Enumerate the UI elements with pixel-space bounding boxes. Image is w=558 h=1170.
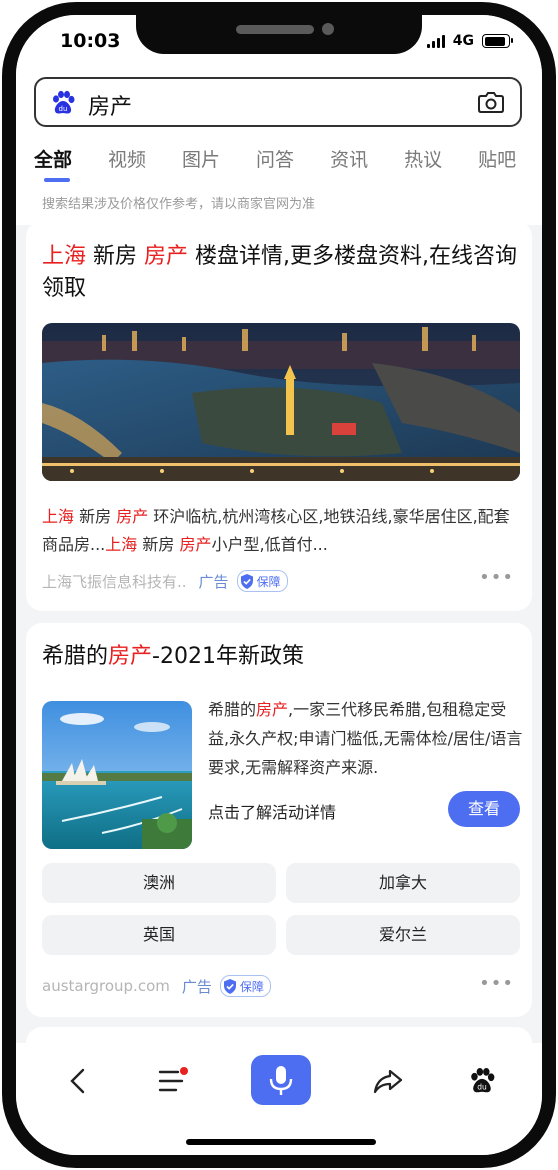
- bottom-toolbar: du: [16, 1043, 542, 1155]
- guarantee-badge[interactable]: 保障: [236, 570, 288, 592]
- guarantee-badge[interactable]: 保障: [219, 975, 271, 997]
- phone-frame: 10:03 4G du 房产 全部 视频 图片 问答 资讯 热议 贴吧 搜索结果…: [0, 0, 558, 1170]
- result-card-greece[interactable]: 希腊的房产-2021年新政策 希腊的房产,一家三代移民希腊,包租稳定受益,永久产…: [26, 623, 532, 1017]
- chip-uk[interactable]: 英国: [42, 915, 276, 955]
- back-icon[interactable]: [68, 1067, 88, 1095]
- chip-australia[interactable]: 澳洲: [42, 863, 276, 903]
- phone-notch: [136, 15, 422, 54]
- menu-icon[interactable]: [158, 1067, 190, 1095]
- tab-tieba[interactable]: 贴吧: [478, 145, 516, 172]
- chip-canada[interactable]: 加拿大: [286, 863, 520, 903]
- svg-text:du: du: [477, 1083, 487, 1092]
- search-bar[interactable]: du 房产: [34, 77, 522, 127]
- tab-video[interactable]: 视频: [108, 145, 146, 172]
- result-title[interactable]: 上海 新房 房产 楼盘详情,更多楼盘资料,在线咨询领取: [42, 241, 520, 305]
- home-indicator: [186, 1139, 376, 1145]
- share-icon[interactable]: [372, 1067, 404, 1095]
- tab-active-underline: [44, 178, 70, 182]
- ad-label: 广告: [181, 977, 212, 996]
- svg-text:du: du: [59, 105, 68, 113]
- status-indicators: 4G: [426, 33, 513, 49]
- price-disclaimer: 搜索结果涉及价格仅作参考，请以商家官网为准: [42, 197, 316, 212]
- tab-images[interactable]: 图片: [182, 145, 220, 172]
- view-button[interactable]: 查看: [448, 791, 520, 827]
- network-type: 4G: [452, 33, 474, 49]
- tab-news[interactable]: 资讯: [330, 145, 368, 172]
- sydney-opera-house-image[interactable]: [42, 701, 192, 849]
- more-options-icon[interactable]: •••: [479, 973, 514, 994]
- tab-bar: 全部 视频 图片 问答 资讯 热议 贴吧: [34, 145, 542, 182]
- tab-all[interactable]: 全部: [34, 145, 72, 182]
- more-options-icon[interactable]: •••: [479, 567, 514, 588]
- shield-check-icon: [240, 573, 253, 589]
- shield-check-icon: [223, 978, 236, 994]
- signal-icon: [426, 34, 445, 48]
- battery-icon: [482, 34, 513, 48]
- source-name: 上海飞振信息科技有..: [42, 572, 187, 591]
- search-query[interactable]: 房产: [88, 89, 132, 121]
- result-source-row: austargroup.com 广告 保障: [42, 975, 271, 997]
- speaker-grille: [236, 25, 314, 34]
- result-title[interactable]: 希腊的房产-2021年新政策: [42, 641, 304, 673]
- city-night-image[interactable]: [42, 323, 520, 481]
- baidu-paw-icon[interactable]: du: [468, 1067, 496, 1095]
- screen: 10:03 4G du 房产 全部 视频 图片 问答 资讯 热议 贴吧 搜索结果…: [16, 15, 542, 1155]
- baidu-paw-icon: du: [53, 90, 75, 114]
- result-source-row: 上海飞振信息科技有.. 广告 保障: [42, 570, 288, 592]
- tab-discussion[interactable]: 热议: [404, 145, 442, 172]
- camera-icon[interactable]: [478, 91, 504, 113]
- result-description: 上海 新房 房产 环沪临杭,杭州湾核心区,地铁沿线,豪华居住区,配套商品房...…: [42, 507, 510, 554]
- result-description: 希腊的房产,一家三代移民希腊,包租稳定受益,永久产权;申请门槛低,无需体检/居住…: [208, 700, 523, 777]
- chip-ireland[interactable]: 爱尔兰: [286, 915, 520, 955]
- voice-search-button[interactable]: [251, 1055, 311, 1105]
- result-card-shanghai[interactable]: 上海 新房 房产 楼盘详情,更多楼盘资料,在线咨询领取 上海 新房 房产 环沪临…: [26, 221, 532, 611]
- activity-details-link[interactable]: 点击了解活动详情: [208, 799, 336, 823]
- source-name: austargroup.com: [42, 977, 170, 995]
- status-time: 10:03: [60, 30, 121, 52]
- front-camera: [322, 23, 334, 35]
- ad-label: 广告: [198, 572, 229, 591]
- tab-qa[interactable]: 问答: [256, 145, 294, 172]
- microphone-icon: [269, 1066, 293, 1095]
